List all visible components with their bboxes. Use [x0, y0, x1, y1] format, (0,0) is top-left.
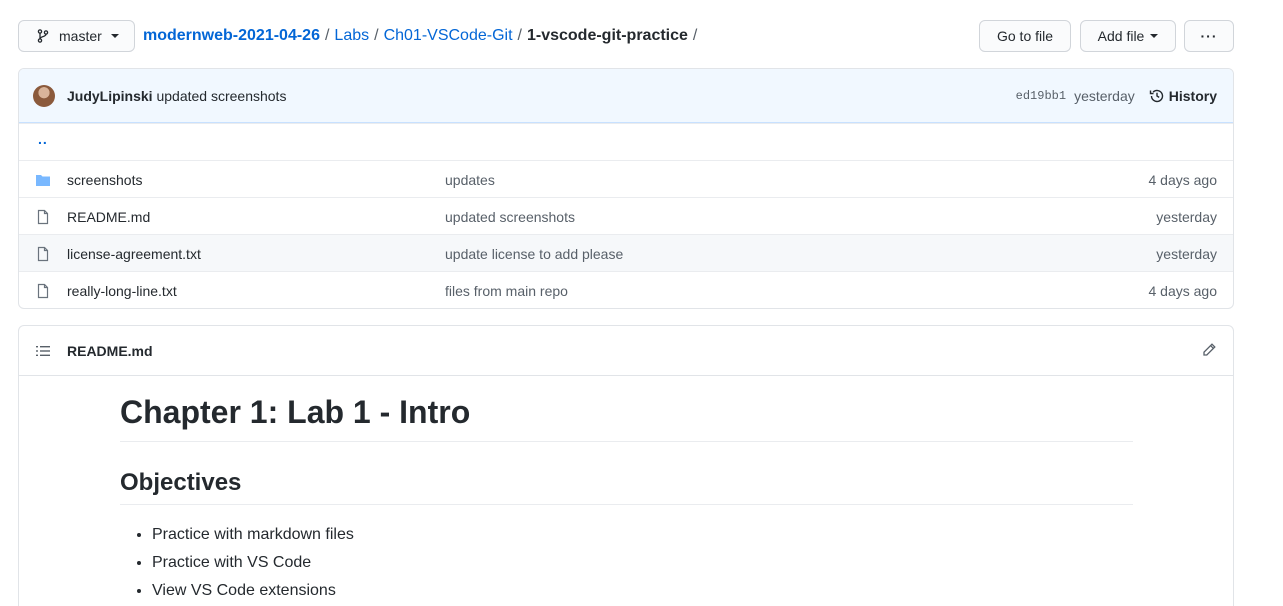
file-name-link[interactable]: really-long-line.txt: [67, 283, 177, 299]
file-age: yesterday: [1156, 246, 1217, 262]
history-link[interactable]: History: [1149, 88, 1217, 104]
list-item: Practice with VS Code: [152, 549, 1133, 577]
commit-time: yesterday: [1074, 88, 1135, 104]
parent-directory-row[interactable]: ..: [19, 123, 1233, 160]
file-row: screenshots updates 4 days ago: [19, 160, 1233, 197]
add-file-label: Add file: [1097, 28, 1145, 44]
kebab-horizontal-icon: ···: [1200, 28, 1218, 44]
breadcrumb-repo-link[interactable]: modernweb-2021-04-26: [143, 27, 320, 45]
file-age: 4 days ago: [1148, 283, 1218, 299]
markdown-body: Chapter 1: Lab 1 - Intro Objectives Prac…: [120, 392, 1133, 605]
caret-down-icon: [110, 34, 119, 38]
file-commit-message-link[interactable]: updates: [445, 172, 495, 188]
breadcrumb-separator: /: [692, 27, 698, 44]
file-browser: JudyLipinski updated screenshots ed19bb1…: [18, 68, 1234, 309]
breadcrumb-chapter-link[interactable]: Ch01-VSCode-Git: [384, 27, 513, 45]
commit-message-link[interactable]: updated screenshots: [156, 88, 286, 104]
readme-heading: Chapter 1: Lab 1 - Intro: [120, 392, 1133, 442]
objectives-list: Practice with markdown files Practice wi…: [120, 521, 1133, 605]
file-icon: [35, 283, 51, 302]
commit-message: JudyLipinski updated screenshots: [67, 88, 286, 104]
file-name-link[interactable]: license-agreement.txt: [67, 246, 201, 262]
file-icon: [35, 246, 51, 265]
go-to-file-button[interactable]: Go to file: [979, 20, 1071, 52]
commit-author-link[interactable]: JudyLipinski: [67, 88, 153, 104]
latest-commit-bar: JudyLipinski updated screenshots ed19bb1…: [19, 69, 1233, 123]
caret-down-icon: [1150, 34, 1159, 38]
folder-icon: [35, 172, 51, 191]
branch-name: master: [59, 28, 102, 44]
breadcrumb-current: 1-vscode-git-practice: [526, 27, 688, 44]
readme-header: README.md: [19, 326, 1233, 376]
commit-meta: ed19bb1 yesterday History: [1016, 88, 1217, 104]
go-to-file-label: Go to file: [996, 28, 1054, 44]
add-file-button[interactable]: Add file: [1080, 20, 1176, 52]
file-icon: [35, 209, 51, 228]
file-age: yesterday: [1156, 209, 1217, 225]
commit-sha-link[interactable]: ed19bb1: [1016, 89, 1066, 103]
history-label: History: [1168, 88, 1217, 104]
branch-selector-button[interactable]: master: [18, 20, 135, 52]
breadcrumb: modernweb-2021-04-26 / Labs / Ch01-VSCod…: [143, 20, 702, 52]
top-toolbar: master modernweb-2021-04-26 / Labs / Ch0…: [18, 20, 1234, 52]
breadcrumb-separator: /: [374, 27, 379, 44]
file-row: really-long-line.txt files from main rep…: [19, 271, 1233, 308]
avatar[interactable]: [33, 85, 55, 107]
file-row: README.md updated screenshots yesterday: [19, 197, 1233, 234]
list-item: View VS Code extensions: [152, 577, 1133, 605]
file-age: 4 days ago: [1148, 172, 1218, 188]
readme-filename[interactable]: README.md: [67, 343, 153, 359]
table-of-contents-icon[interactable]: [35, 343, 51, 362]
file-row: license-agreement.txt update license to …: [19, 234, 1233, 271]
history-icon: [1149, 89, 1163, 103]
breadcrumb-separator: /: [517, 27, 522, 44]
file-commit-message-link[interactable]: updated screenshots: [445, 209, 575, 225]
readme-panel: README.md Chapter 1: Lab 1 - Intro Objec…: [18, 325, 1234, 606]
more-options-button[interactable]: ···: [1184, 20, 1234, 52]
breadcrumb-separator: /: [324, 27, 330, 44]
objectives-heading: Objectives: [120, 468, 1133, 505]
list-item: Practice with markdown files: [152, 521, 1133, 549]
git-branch-icon: [37, 29, 49, 43]
file-commit-message-link[interactable]: files from main repo: [445, 283, 568, 299]
parent-directory-link[interactable]: ..: [38, 131, 48, 147]
pencil-icon[interactable]: [1201, 342, 1217, 361]
file-name-link[interactable]: README.md: [67, 209, 150, 225]
breadcrumb-labs-link[interactable]: Labs: [334, 27, 369, 45]
file-name-link[interactable]: screenshots: [67, 172, 142, 188]
file-commit-message-link[interactable]: update license to add please: [445, 246, 623, 262]
